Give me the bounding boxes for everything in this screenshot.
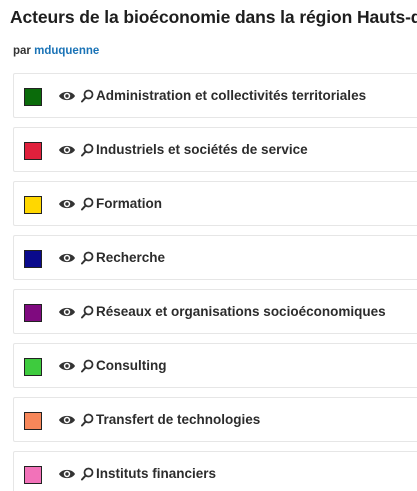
color-swatch — [24, 142, 42, 160]
zoom-icon[interactable] — [81, 143, 94, 157]
layer-list: Administration et collectivités territor… — [13, 73, 417, 491]
color-swatch — [24, 466, 42, 484]
layer-label: Instituts financiers — [96, 466, 217, 481]
eye-icon[interactable] — [58, 143, 76, 157]
layer-label: Industriels et sociétés de service — [96, 142, 308, 157]
eye-icon[interactable] — [58, 197, 76, 211]
layer-label: Réseaux et organisations socioéconomique… — [96, 304, 386, 319]
color-swatch — [24, 250, 42, 268]
layer-label: Administration et collectivités territor… — [96, 88, 367, 103]
zoom-icon[interactable] — [81, 359, 94, 373]
layer-label: Formation — [96, 196, 162, 211]
eye-icon[interactable] — [58, 89, 76, 103]
layer-label: Consulting — [96, 358, 167, 373]
color-swatch — [24, 304, 42, 322]
layer-item-recherche[interactable]: Recherche — [13, 235, 417, 280]
eye-icon[interactable] — [58, 467, 76, 481]
color-swatch — [24, 412, 42, 430]
layer-item-administration[interactable]: Administration et collectivités territor… — [13, 73, 417, 118]
zoom-icon[interactable] — [81, 413, 94, 427]
layer-label: Recherche — [96, 250, 166, 265]
color-swatch — [24, 88, 42, 106]
layer-item-formation[interactable]: Formation — [13, 181, 417, 226]
layer-item-industriels[interactable]: Industriels et sociétés de service — [13, 127, 417, 172]
eye-icon[interactable] — [58, 359, 76, 373]
eye-icon[interactable] — [58, 413, 76, 427]
zoom-icon[interactable] — [81, 197, 94, 211]
zoom-icon[interactable] — [81, 305, 94, 319]
layer-label: Transfert de technologies — [96, 412, 261, 427]
eye-icon[interactable] — [58, 251, 76, 265]
page-title: Acteurs de la bioéconomie dans la région… — [10, 7, 417, 27]
author-link[interactable]: mduquenne — [34, 45, 99, 57]
color-swatch — [24, 196, 42, 214]
zoom-icon[interactable] — [81, 89, 94, 103]
zoom-icon[interactable] — [81, 467, 94, 481]
zoom-icon[interactable] — [81, 251, 94, 265]
layer-item-consulting[interactable]: Consulting — [13, 343, 417, 388]
byline-prefix: par — [13, 45, 31, 57]
layer-item-instituts[interactable]: Instituts financiers — [13, 451, 417, 491]
layer-item-transfert[interactable]: Transfert de technologies — [13, 397, 417, 442]
eye-icon[interactable] — [58, 305, 76, 319]
author-byline: par mduquenne — [13, 45, 99, 57]
layer-item-reseaux[interactable]: Réseaux et organisations socioéconomique… — [13, 289, 417, 334]
color-swatch — [24, 358, 42, 376]
